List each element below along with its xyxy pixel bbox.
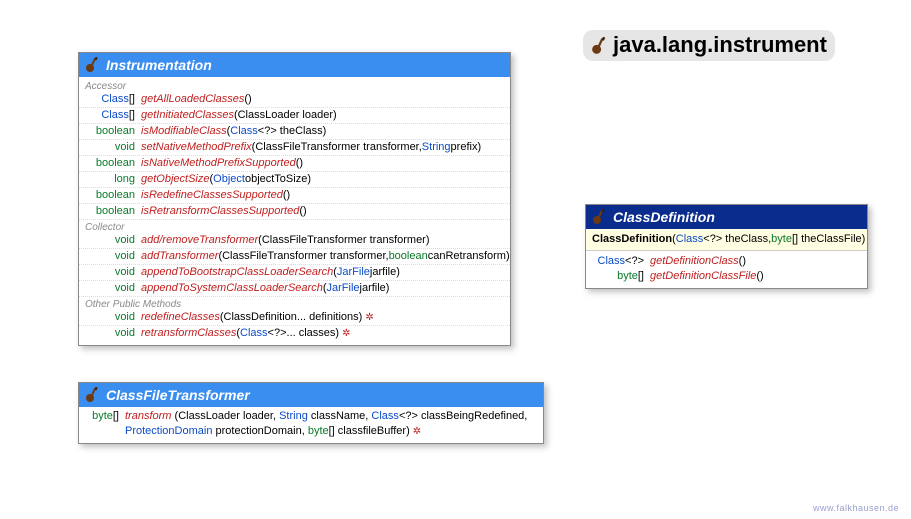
- instrumentation-box: Instrumentation Accessor Class[] getAllL…: [78, 52, 511, 346]
- footer-link[interactable]: www.falkhausen.de: [813, 503, 899, 513]
- classfiletransformer-box: ClassFileTransformer byte[] transform (C…: [78, 382, 544, 444]
- violin-icon: [85, 57, 101, 73]
- section-other: Other Public Methods: [79, 297, 510, 310]
- method-row: boolean isNativeMethodPrefixSupported (): [79, 156, 510, 172]
- method-row: boolean isModifiableClass (Class<?> theC…: [79, 124, 510, 140]
- method-row: void redefineClasses (ClassDefinition...…: [79, 310, 510, 326]
- section-collector: Collector: [79, 220, 510, 233]
- package-title: java.lang.instrument: [583, 30, 835, 61]
- class-title: ClassFileTransformer: [106, 387, 250, 403]
- violin-icon: [591, 33, 609, 59]
- class-title: Instrumentation: [106, 57, 212, 73]
- method-row: boolean isRetransformClassesSupported (): [79, 204, 510, 220]
- method-row: void appendToSystemClassLoaderSearch (Ja…: [79, 281, 510, 297]
- classdefinition-header: ClassDefinition: [586, 205, 867, 229]
- violin-icon: [85, 387, 101, 403]
- method-row: void add/removeTransformer (ClassFileTra…: [79, 233, 510, 249]
- method-row: byte[] getDefinitionClassFile (): [586, 269, 867, 288]
- method-row: void setNativeMethodPrefix (ClassFileTra…: [79, 140, 510, 156]
- instrumentation-header: Instrumentation: [79, 53, 510, 77]
- method-row: Class<?> getDefinitionClass (): [586, 254, 867, 269]
- section-accessor: Accessor: [79, 79, 510, 92]
- method-row: void addTransformer (ClassFileTransforme…: [79, 249, 510, 265]
- method-row: Class[] getAllLoadedClasses (): [79, 92, 510, 108]
- method-row: Class[] getInitiatedClasses (ClassLoader…: [79, 108, 510, 124]
- classfiletransformer-header: ClassFileTransformer: [79, 383, 543, 407]
- method-row: byte[] transform (ClassLoader loader, St…: [79, 409, 543, 439]
- method-row: boolean isRedefineClassesSupported (): [79, 188, 510, 204]
- constructor-row: ClassDefinition (Class<?> theClass, byte…: [586, 229, 867, 251]
- method-row: void appendToBootstrapClassLoaderSearch …: [79, 265, 510, 281]
- class-title: ClassDefinition: [613, 209, 715, 225]
- method-row: void retransformClasses (Class <?>... cl…: [79, 326, 510, 341]
- classdefinition-box: ClassDefinition ClassDefinition (Class<?…: [585, 204, 868, 289]
- package-title-text: java.lang.instrument: [613, 32, 827, 57]
- method-row: long getObjectSize (Object objectToSize): [79, 172, 510, 188]
- violin-icon: [592, 209, 608, 225]
